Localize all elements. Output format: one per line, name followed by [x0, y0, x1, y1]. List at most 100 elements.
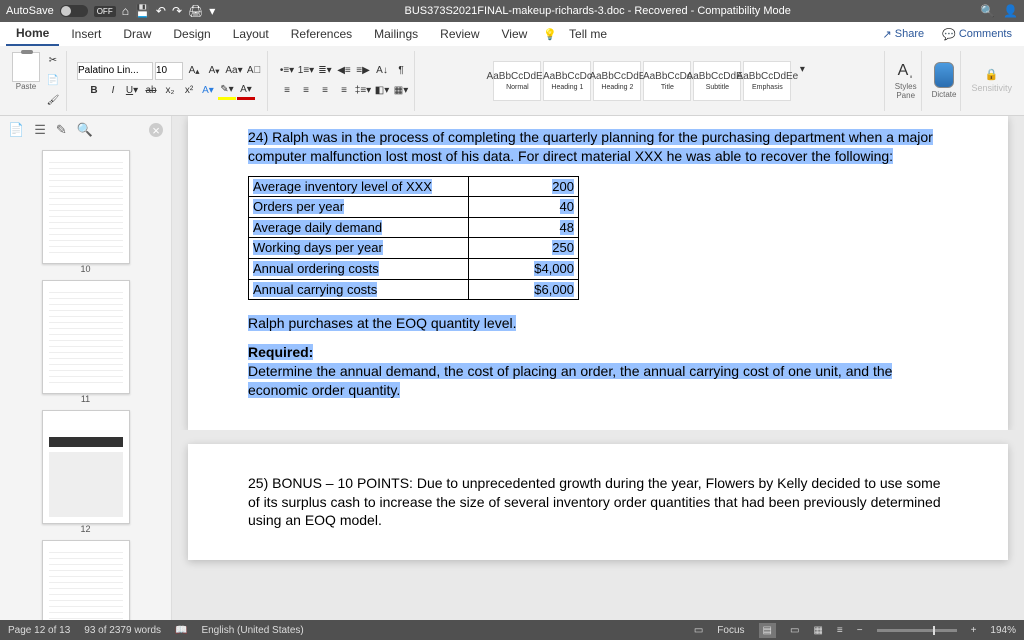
tab-view[interactable]: View [492, 23, 538, 45]
zoom-level[interactable]: 194% [990, 625, 1016, 636]
tab-mailings[interactable]: Mailings [364, 23, 428, 45]
table-row[interactable]: Average daily demand48 [249, 217, 579, 238]
tab-review[interactable]: Review [430, 23, 489, 45]
align-left-icon[interactable]: ≡ [278, 82, 296, 100]
user-icon[interactable]: 👤 [1003, 4, 1018, 18]
grow-font-icon[interactable]: A▴ [185, 62, 203, 80]
focus-icon[interactable]: ▭ [694, 625, 703, 636]
align-right-icon[interactable]: ≡ [316, 82, 334, 100]
thumbnail-page-12[interactable] [42, 410, 130, 524]
tab-draw[interactable]: Draw [113, 23, 161, 45]
paste-icon[interactable] [12, 52, 40, 82]
home-icon[interactable]: ⌂ [122, 4, 129, 18]
tab-design[interactable]: Design [163, 23, 220, 45]
web-layout-icon[interactable]: ▦ [813, 625, 822, 636]
table-row[interactable]: Annual ordering costs$4,000 [249, 258, 579, 279]
multilevel-icon[interactable]: ≣▾ [316, 62, 334, 80]
status-focus[interactable]: Focus [717, 625, 744, 636]
dictate-group[interactable]: Dictate [928, 51, 962, 111]
tab-insert[interactable]: Insert [61, 23, 111, 45]
q24-intro[interactable]: 24) Ralph was in the process of completi… [248, 129, 933, 164]
format-painter-icon[interactable]: 🖌 [44, 92, 62, 110]
required-label[interactable]: Required: [248, 344, 313, 360]
table-row[interactable]: Annual carrying costs$6,000 [249, 279, 579, 300]
comments-button[interactable]: 💬Comments [936, 26, 1018, 43]
justify-icon[interactable]: ≡ [335, 82, 353, 100]
nav-close-icon[interactable]: × [149, 123, 163, 137]
search-icon[interactable]: 🔍 [980, 4, 995, 18]
tab-layout[interactable]: Layout [223, 23, 279, 45]
borders-icon[interactable]: ▦▾ [392, 82, 410, 100]
nav-edit-icon[interactable]: ✎ [56, 122, 67, 138]
table-row[interactable]: Working days per year250 [249, 238, 579, 259]
q24-table[interactable]: Average inventory level of XXX200Orders … [248, 176, 579, 300]
thumbnail-page-11[interactable] [42, 280, 130, 394]
tab-home[interactable]: Home [6, 22, 59, 46]
styles-pane-group[interactable]: Aˌ Styles Pane [891, 51, 922, 111]
sort-icon[interactable]: A↓ [373, 62, 391, 80]
font-size-select[interactable] [155, 62, 183, 80]
shrink-font-icon[interactable]: A▾ [205, 62, 223, 80]
cut-icon[interactable]: ✂ [44, 52, 62, 70]
zoom-in-icon[interactable]: + [971, 625, 977, 636]
indent-icon[interactable]: ≡▶ [354, 62, 372, 80]
font-name-select[interactable] [77, 62, 153, 80]
outline-view-icon[interactable]: ≡ [837, 625, 843, 636]
status-page[interactable]: Page 12 of 13 [8, 625, 70, 636]
autosave-state: OFF [94, 6, 116, 17]
line-spacing-icon[interactable]: ‡≡▾ [354, 82, 372, 100]
undo-icon[interactable]: ↶ [156, 4, 166, 18]
share-button[interactable]: ↗Share [877, 26, 931, 43]
tell-me-icon[interactable]: 💡 [543, 28, 557, 41]
clear-format-icon[interactable]: A⃠ [245, 62, 263, 80]
bullets-icon[interactable]: •≡▾ [278, 62, 296, 80]
change-case-icon[interactable]: Aa▾ [225, 62, 243, 80]
strike-icon[interactable]: ab [142, 82, 160, 100]
text-effects-icon[interactable]: A▾ [199, 82, 217, 100]
align-center-icon[interactable]: ≡ [297, 82, 315, 100]
spellcheck-icon[interactable]: 📖 [175, 625, 187, 636]
superscript-icon[interactable]: x² [180, 82, 198, 100]
status-words[interactable]: 93 of 2379 words [84, 625, 161, 636]
print-layout-icon[interactable]: ▤ [759, 623, 776, 638]
thumbnail-page-10[interactable] [42, 150, 130, 264]
highlight-icon[interactable]: ✎▾ [218, 82, 236, 100]
print-icon[interactable]: 🖨 [188, 4, 203, 18]
zoom-slider[interactable] [877, 629, 957, 632]
style-normal[interactable]: AaBbCcDdEeNormal [493, 61, 541, 101]
styles-more-icon[interactable]: ▾ [793, 61, 811, 79]
italic-icon[interactable]: I [104, 82, 122, 100]
style-title[interactable]: AaBbCcDcTitle [643, 61, 691, 101]
show-marks-icon[interactable]: ¶ [392, 62, 410, 80]
numbering-icon[interactable]: 1≡▾ [297, 62, 315, 80]
style-heading-2[interactable]: AaBbCcDdEHeading 2 [593, 61, 641, 101]
save-icon[interactable]: 💾 [135, 4, 150, 18]
table-row[interactable]: Orders per year40 [249, 197, 579, 218]
nav-page-icon[interactable]: 📄 [8, 122, 24, 138]
thumbnail-page-13[interactable] [42, 540, 130, 620]
style-subtitle[interactable]: AaBbCcDdEeSubtitle [693, 61, 741, 101]
q24-required[interactable]: Determine the annual demand, the cost of… [248, 363, 892, 398]
copy-icon[interactable]: 📄 [44, 72, 62, 90]
shading-icon[interactable]: ◧▾ [373, 82, 391, 100]
q25-text[interactable]: 25) BONUS – 10 POINTS: Due to unpreceden… [248, 474, 948, 531]
font-color-icon[interactable]: A▾ [237, 82, 255, 100]
zoom-out-icon[interactable]: − [857, 625, 863, 636]
nav-outline-icon[interactable]: ☰ [34, 122, 46, 138]
document-area[interactable]: 24) Ralph was in the process of completi… [172, 116, 1024, 620]
tell-me[interactable]: Tell me [559, 23, 617, 45]
redo-icon[interactable]: ↷ [172, 4, 182, 18]
nav-search-icon[interactable]: 🔍 [77, 122, 93, 138]
subscript-icon[interactable]: x₂ [161, 82, 179, 100]
bold-icon[interactable]: B [85, 82, 103, 100]
q24-mid[interactable]: Ralph purchases at the EOQ quantity leve… [248, 315, 516, 331]
style-emphasis[interactable]: AaBbCcDdEeEmphasis [743, 61, 791, 101]
underline-icon[interactable]: U▾ [123, 82, 141, 100]
tab-references[interactable]: References [281, 23, 362, 45]
table-row[interactable]: Average inventory level of XXX200 [249, 176, 579, 197]
read-mode-icon[interactable]: ▭ [790, 625, 799, 636]
style-heading-1[interactable]: AaBbCcDcHeading 1 [543, 61, 591, 101]
autosave-toggle[interactable] [60, 5, 88, 17]
status-language[interactable]: English (United States) [201, 625, 303, 636]
outdent-icon[interactable]: ◀≡ [335, 62, 353, 80]
